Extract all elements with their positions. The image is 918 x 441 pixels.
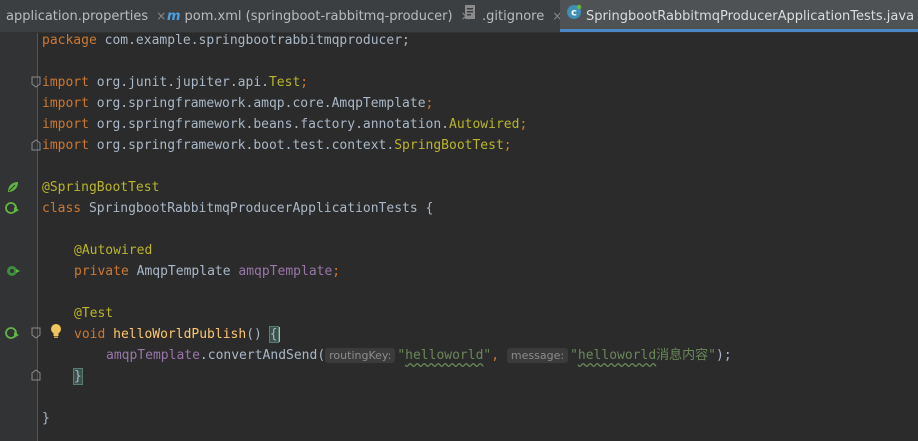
- code-line: amqpTemplate.convertAndSend(routingKey: "…: [106, 345, 732, 366]
- keyword: class: [42, 201, 82, 216]
- field-name: amqpTemplate: [238, 264, 333, 279]
- keyword: import: [42, 96, 89, 111]
- package-name: com.example.springbootrabbitmqproducer;: [96, 33, 410, 48]
- import-path: org.springframework.amqp.core.: [88, 96, 332, 111]
- class-declaration: SpringbootRabbitmqProducerApplicationTes…: [81, 201, 434, 216]
- parameter-hint-message: message:: [506, 348, 569, 363]
- keyword: import: [42, 117, 89, 132]
- call-method: .convertAndSend(: [199, 348, 326, 363]
- string-literal: 消息内容": [656, 348, 716, 363]
- string-literal: helloworld: [577, 348, 657, 363]
- call-target: amqpTemplate: [106, 348, 200, 363]
- string-quote: ": [397, 348, 406, 363]
- semicolon: ;: [425, 96, 434, 111]
- run-test-method-icon[interactable]: [5, 326, 21, 340]
- matched-brace: {: [268, 326, 279, 343]
- spring-bean-icon[interactable]: [6, 180, 20, 194]
- keyword: package: [42, 33, 97, 48]
- comma: ,: [491, 348, 507, 363]
- import-class: Autowired: [449, 117, 520, 132]
- parameter-hint-routing-key: routingKey:: [325, 348, 396, 363]
- semicolon: ;: [332, 264, 341, 279]
- string-literal: helloworld: [405, 348, 484, 363]
- maven-icon: m: [167, 8, 181, 24]
- import-class: Test: [268, 75, 301, 90]
- code-line: @Autowired: [74, 240, 152, 261]
- tab-label: SpringbootRabbitmqProducerApplicationTes…: [586, 9, 915, 24]
- code-line: void helloWorldPublish() {: [74, 324, 280, 345]
- code-line: import org.springframework.amqp.core.Amq…: [42, 93, 433, 114]
- method-annotation: @Test: [74, 306, 114, 321]
- run-test-class-icon[interactable]: [5, 201, 21, 215]
- fold-marker-icon[interactable]: [31, 76, 41, 88]
- method-name: helloWorldPublish: [113, 327, 247, 342]
- editor-tab-bar: application.properties × m pom.xml (spring…: [0, 0, 918, 33]
- code-editor[interactable]: package com.example.springbootrabbitmqpr…: [42, 30, 918, 426]
- code-line: @Test: [74, 303, 113, 324]
- text-caret: [277, 327, 280, 342]
- autowired-navigate-icon[interactable]: [5, 264, 21, 278]
- tab-label: application.properties: [6, 9, 149, 24]
- tab-gitignore[interactable]: .gitignore ×: [458, 0, 562, 33]
- fold-marker-icon[interactable]: [31, 327, 41, 339]
- semicolon: ;: [300, 75, 309, 90]
- fold-marker-icon[interactable]: [31, 139, 41, 151]
- java-class-icon: c: [566, 1, 582, 33]
- code-line: import org.junit.jupiter.api.Test;: [42, 72, 308, 93]
- code-line: @SpringBootTest: [42, 177, 159, 198]
- class-annotation: @SpringBootTest: [42, 180, 160, 195]
- code-line: import org.springframework.beans.factory…: [42, 114, 527, 135]
- field-type: AmqpTemplate: [128, 264, 239, 279]
- class-close-brace: }: [42, 411, 50, 426]
- import-path: org.junit.jupiter.api.: [88, 75, 269, 90]
- call-end: );: [716, 348, 732, 363]
- import-class: AmqpTemplate: [331, 96, 426, 111]
- code-line: class SpringbootRabbitmqProducerApplicat…: [42, 198, 433, 219]
- tab-springboot-rabbitmq-producer-application-tests[interactable]: c SpringbootRabbitmqProducerApplicationT…: [560, 0, 918, 32]
- tab-label: pom.xml (springboot-rabbitmq-producer): [184, 9, 453, 24]
- code-line: package com.example.springbootrabbitmqpr…: [42, 30, 410, 51]
- import-path: org.springframework.beans.factory.annota…: [88, 117, 449, 132]
- keyword: import: [42, 138, 89, 153]
- code-line: private AmqpTemplate amqpTemplate;: [74, 261, 340, 282]
- code-line: }: [73, 366, 83, 387]
- keyword: import: [42, 75, 89, 90]
- semicolon: ;: [519, 117, 528, 132]
- keyword: private: [74, 264, 129, 279]
- gitignore-file-icon: [462, 1, 478, 33]
- semicolon: ;: [503, 138, 512, 153]
- string-quote: ": [570, 348, 578, 363]
- tab-label: .gitignore: [482, 9, 545, 24]
- matched-brace: }: [73, 368, 83, 385]
- fold-marker-icon[interactable]: [31, 369, 41, 381]
- code-line: import org.springframework.boot.test.con…: [42, 135, 512, 156]
- tab-pom-xml[interactable]: mpom.xml (springboot-rabbitmq-producer)×: [161, 0, 471, 32]
- field-annotation: @Autowired: [74, 243, 153, 258]
- svg-text:c: c: [571, 7, 577, 18]
- import-class: SpringBootTest: [394, 138, 504, 153]
- tab-application-properties[interactable]: application.properties ×: [0, 0, 166, 32]
- keyword: void: [74, 327, 106, 342]
- import-path: org.springframework.boot.test.context.: [88, 138, 395, 153]
- method-parens: (): [246, 327, 270, 342]
- code-line: }: [42, 408, 50, 429]
